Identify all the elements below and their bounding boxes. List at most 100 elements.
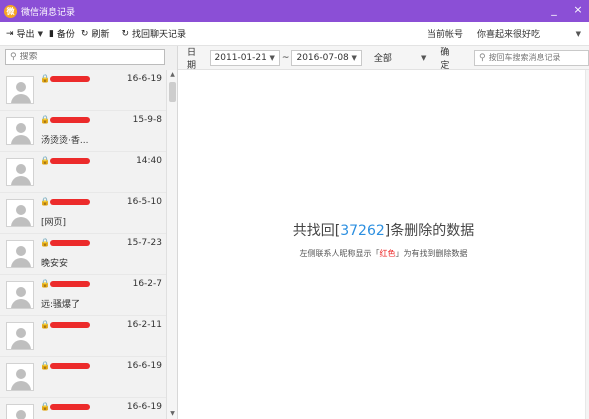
- redacted-name: [50, 404, 90, 410]
- contact-date: 16-6-19: [126, 402, 162, 412]
- scrollbar-thumb[interactable]: [169, 82, 176, 102]
- window-controls: _ ×: [549, 2, 583, 18]
- export-label: 导出: [16, 30, 35, 40]
- lock-icon: 🔒: [40, 279, 50, 288]
- end-date-value: 2016-07-08: [296, 52, 349, 63]
- hint-before: 左侧联系人昵称显示「: [299, 249, 380, 258]
- avatar-body: [11, 176, 31, 185]
- wechat-logo-icon: 微: [4, 4, 17, 18]
- avatar: [6, 363, 34, 391]
- contact-snippet: 远:骚爆了: [41, 300, 81, 310]
- avatar-body: [11, 258, 31, 267]
- contact-search-input[interactable]: [19, 52, 150, 62]
- avatar: [6, 117, 34, 145]
- backup-icon: ▮: [48, 28, 54, 39]
- avatar: [6, 404, 34, 419]
- start-date-value: 2011-01-21: [214, 52, 267, 63]
- contact-item[interactable]: 🔒 16-6-19: [0, 70, 166, 111]
- contact-date: 15-9-8: [132, 115, 162, 125]
- export-button[interactable]: ⇥ 导出 ▼: [6, 27, 43, 41]
- avatar-head: [16, 410, 26, 419]
- contact-item[interactable]: 🔒 16-6-19: [0, 357, 166, 398]
- backup-label: 备份: [56, 30, 75, 40]
- account-area: 当前帐号 你喜起来很好吃 ▼: [427, 25, 585, 42]
- avatar-head: [16, 369, 26, 379]
- message-search-box[interactable]: ⚲: [473, 49, 589, 66]
- contact-date: 16-2-7: [132, 279, 162, 289]
- scroll-down-arrow-icon[interactable]: ▼: [167, 409, 178, 419]
- end-date-picker[interactable]: 2016-07-08 ▼: [291, 49, 362, 66]
- search-icon: ⚲: [10, 52, 17, 62]
- contact-snippet: 汤烫烫·香...: [41, 136, 89, 146]
- avatar-body: [11, 94, 31, 103]
- avatar-head: [16, 82, 26, 92]
- contact-date: 16-6-19: [126, 74, 162, 84]
- contact-item[interactable]: 🔒 16-2-7 远:骚爆了: [0, 275, 166, 316]
- contact-date: 16-2-11: [126, 320, 162, 330]
- avatar: [6, 281, 34, 309]
- contact-item[interactable]: 🔒 16-6-19: [0, 398, 166, 419]
- scroll-up-arrow-icon[interactable]: ▲: [167, 70, 178, 80]
- message-search-input[interactable]: [488, 53, 587, 62]
- lock-icon: 🔒: [40, 361, 50, 370]
- chevron-down-icon: ▼: [421, 53, 427, 62]
- recovered-count-message: 共找回[37262]条删除的数据: [178, 220, 589, 240]
- redacted-name: [50, 322, 90, 328]
- start-date-picker[interactable]: 2011-01-21 ▼: [209, 49, 280, 66]
- avatar-head: [16, 123, 26, 133]
- range-select[interactable]: 全部 ▼: [370, 50, 431, 66]
- close-button[interactable]: ×: [573, 2, 583, 18]
- avatar-body: [11, 299, 31, 308]
- recover-chat-button[interactable]: ↻ 找回聊天记录: [121, 27, 186, 41]
- deleted-data-hint: 左侧联系人昵称显示「红色」为有找到删除数据: [178, 248, 589, 259]
- avatar: [6, 158, 34, 186]
- avatar: [6, 76, 34, 104]
- redacted-name: [50, 117, 90, 123]
- contact-item[interactable]: 🔒 14:40: [0, 152, 166, 193]
- hint-after: 」为有找到删除数据: [395, 249, 468, 258]
- account-select[interactable]: 你喜起来很好吃 ▼: [473, 25, 585, 42]
- contact-date: 14:40: [136, 156, 162, 166]
- redacted-name: [50, 281, 90, 287]
- avatar-head: [16, 246, 26, 256]
- avatar-head: [16, 164, 26, 174]
- minimize-button[interactable]: _: [549, 2, 559, 18]
- contact-date: 15-7-23: [126, 238, 162, 248]
- app-window: 微 微信消息记录 _ × ⇥ 导出 ▼ ▮ 备份 ↻ 刷新 ↻ 找回聊天记录 当…: [0, 0, 589, 419]
- contact-snippet: 晚安安: [41, 259, 69, 269]
- lock-icon: 🔒: [40, 238, 50, 247]
- lock-icon: 🔒: [40, 197, 50, 206]
- filter-bar: 日期 2011-01-21 ▼ ~ 2016-07-08 ▼ 全部 ▼ 确定 ⚲: [178, 43, 589, 73]
- lock-icon: 🔒: [40, 320, 50, 329]
- avatar-body: [11, 135, 31, 144]
- contacts-panel: ⚲ 🔒 16-6-19 🔒 15-9-8 汤烫烫·香... 🔒 14:40 🔒 16-5-10 […: [0, 46, 178, 419]
- chevron-down-icon: ▼: [351, 53, 357, 62]
- avatar: [6, 322, 34, 350]
- refresh-button[interactable]: ↻ 刷新: [81, 27, 110, 41]
- contact-search-wrap: ⚲: [0, 46, 177, 70]
- date-label: 日期: [187, 47, 197, 71]
- contact-search-box[interactable]: ⚲: [5, 49, 165, 65]
- range-value: 全部: [373, 54, 392, 64]
- messages-scroll-edge: [585, 70, 589, 419]
- avatar-body: [11, 217, 31, 226]
- confirm-button[interactable]: 确定: [436, 43, 462, 73]
- contact-list-scrollbar[interactable]: ▲ ▼: [166, 70, 177, 419]
- lock-icon: 🔒: [40, 156, 50, 165]
- contact-item[interactable]: 🔒 16-5-10 [网页]: [0, 193, 166, 234]
- backup-button[interactable]: ▮ 备份: [48, 27, 75, 41]
- contact-item[interactable]: 🔒 15-9-8 汤烫烫·香...: [0, 111, 166, 152]
- export-icon: ⇥: [6, 28, 14, 39]
- lock-icon: 🔒: [40, 115, 50, 124]
- lock-icon: 🔒: [40, 402, 50, 411]
- recovered-count: 37262: [340, 223, 385, 239]
- redacted-name: [50, 199, 90, 205]
- hint-red-word: 红色: [379, 249, 396, 258]
- avatar: [6, 240, 34, 268]
- contact-item[interactable]: 🔒 15-7-23 晚安安: [0, 234, 166, 275]
- chevron-down-icon: ▼: [37, 29, 43, 38]
- contact-item[interactable]: 🔒 16-2-11: [0, 316, 166, 357]
- redacted-name: [50, 158, 90, 164]
- contact-snippet: [网页]: [41, 218, 67, 228]
- count-prefix: 共找回[: [292, 223, 341, 239]
